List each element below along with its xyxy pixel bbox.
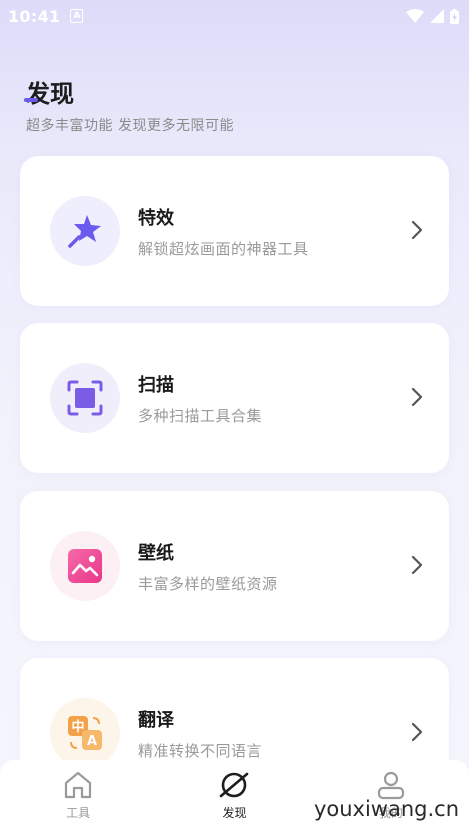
page-title-text: 发现: [26, 80, 74, 108]
wifi-icon: [406, 9, 424, 23]
card-effects-desc: 解锁超炫画面的神器工具: [138, 240, 309, 258]
card-translate-title: 翻译: [138, 710, 174, 731]
card-scan-title: 扫描: [138, 375, 174, 396]
card-effects[interactable]: 特效 解锁超炫画面的神器工具: [20, 156, 449, 306]
home-icon: [65, 771, 92, 799]
status-left: 10:41 A: [8, 6, 84, 26]
chevron-right-icon: [411, 722, 423, 742]
card-scan-icon-bg: [50, 363, 120, 433]
card-wallpaper-desc: 丰富多样的壁纸资源: [138, 575, 278, 593]
translate-icon: 中 A: [68, 716, 102, 750]
profile-icon: [377, 771, 404, 800]
nav-item-discover[interactable]: 发现: [156, 760, 312, 833]
planet-icon: [220, 772, 249, 798]
watermark: youxiwang.cn: [313, 797, 459, 821]
status-bar: 10:41 A: [0, 0, 469, 32]
magic-wand-star-icon: [68, 215, 101, 248]
scan-frame-icon: [67, 380, 103, 416]
page-subtitle: 超多丰富功能 发现更多无限可能: [26, 118, 234, 134]
nav-item-tools[interactable]: 工具: [0, 760, 156, 833]
card-effects-title: 特效: [138, 208, 174, 229]
card-scan[interactable]: 扫描 多种扫描工具合集: [20, 323, 449, 473]
card-wallpaper-icon-bg: [50, 531, 120, 601]
nav-label-discover: 发现: [222, 806, 247, 820]
title-accent-bar: [24, 98, 38, 102]
card-effects-icon-bg: [50, 196, 120, 266]
wallpaper-image-icon: [68, 549, 102, 583]
card-translate-icon-bg: 中 A: [50, 698, 120, 768]
card-wallpaper-title: 壁纸: [138, 543, 174, 564]
svg-text:A: A: [87, 734, 97, 749]
chevron-right-icon: [411, 220, 423, 240]
page-header: 发现 超多丰富功能 发现更多无限可能: [24, 74, 234, 135]
card-wallpaper[interactable]: 壁纸 丰富多样的壁纸资源: [20, 491, 449, 641]
status-icons: [406, 8, 459, 24]
notification-a-icon: A: [70, 9, 84, 23]
status-time: 10:41: [8, 6, 61, 26]
chevron-right-icon: [411, 387, 423, 407]
chevron-right-icon: [411, 555, 423, 575]
battery-icon: [450, 8, 459, 24]
page-title: 发现: [24, 74, 234, 109]
signal-icon: [430, 9, 444, 23]
card-translate-desc: 精准转换不同语言: [138, 742, 263, 760]
card-scan-desc: 多种扫描工具合集: [138, 407, 263, 425]
nav-label-tools: 工具: [66, 806, 91, 820]
